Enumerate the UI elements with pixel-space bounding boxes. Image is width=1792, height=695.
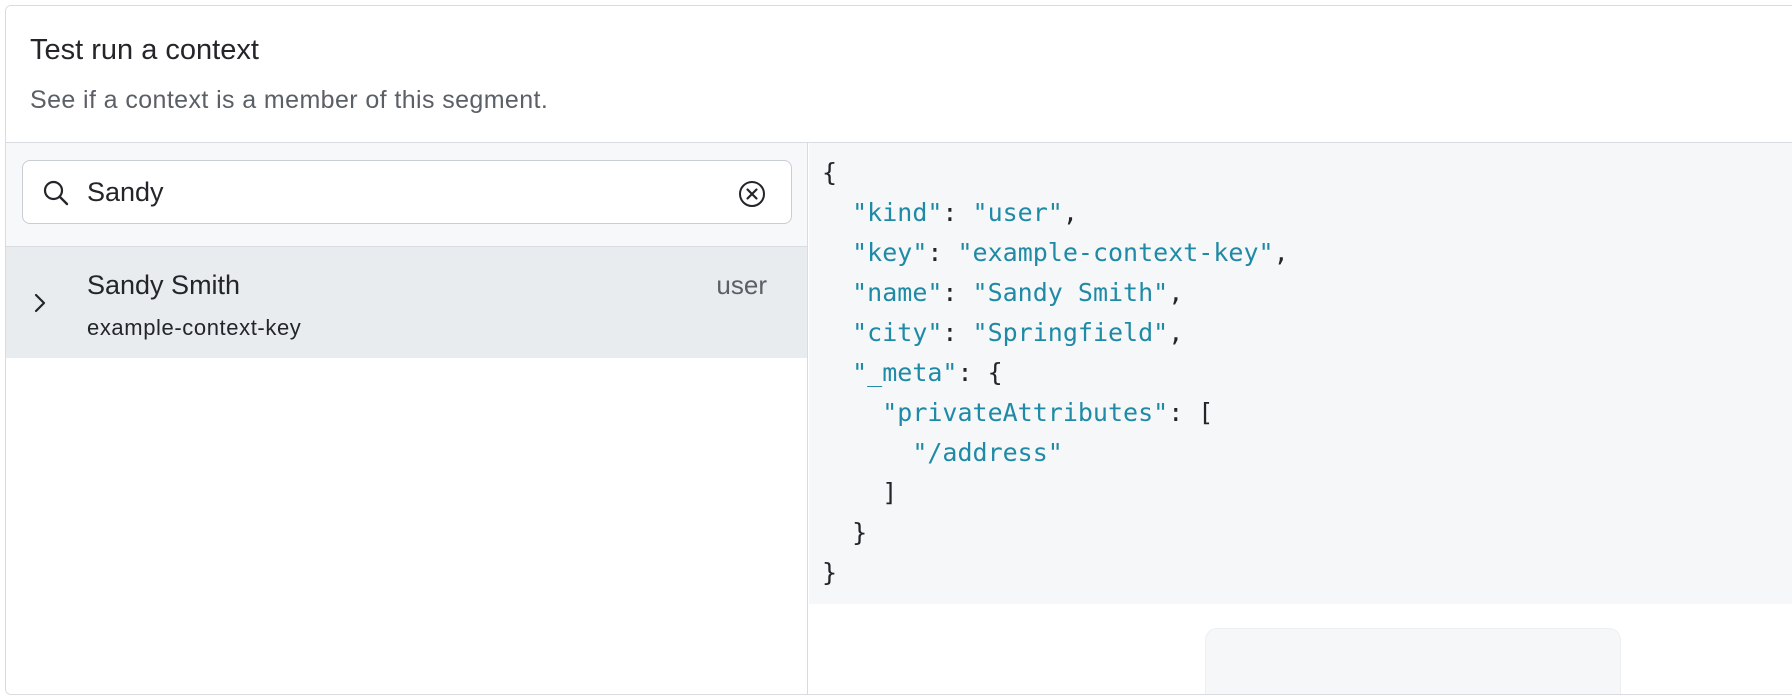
- json-comma: ,: [1168, 318, 1184, 347]
- search-icon: [43, 180, 69, 206]
- json-value: "Springfield": [972, 318, 1169, 347]
- json-value: "user": [972, 198, 1063, 227]
- json-key: "kind": [852, 198, 943, 227]
- json-comma: ,: [1168, 278, 1184, 307]
- context-search-column: Sandy Smith example-context-key user: [6, 143, 808, 694]
- result-placeholder-box: [1205, 628, 1621, 694]
- json-code-block: { "kind": "user", "key": "example-contex…: [822, 158, 1289, 587]
- context-name: Sandy Smith: [87, 270, 241, 300]
- json-comma: ,: [1062, 198, 1078, 227]
- json-meta-key: "_meta": [852, 358, 958, 387]
- json-value: "Sandy Smith": [972, 278, 1169, 307]
- test-run-panel: Test run a context See if a context is a…: [5, 5, 1792, 695]
- json-comma: ,: [1273, 238, 1289, 267]
- json-open-brace: {: [822, 158, 838, 187]
- context-kind-label: user: [716, 270, 767, 300]
- clear-circle-x-icon[interactable]: [737, 179, 767, 209]
- search-bar-area: [6, 143, 807, 247]
- search-input[interactable]: [87, 169, 707, 215]
- json-private-attribute-value: "/address": [912, 438, 1063, 467]
- json-close-inner-brace: }: [852, 518, 868, 547]
- context-key: example-context-key: [87, 315, 302, 340]
- json-close-bracket: ]: [882, 478, 898, 507]
- json-key: "name": [852, 278, 943, 307]
- json-close-brace: }: [822, 558, 838, 587]
- json-key: "key": [852, 238, 928, 267]
- panel-title: Test run a context: [30, 34, 259, 66]
- json-value: "example-context-key": [957, 238, 1274, 267]
- chevron-right-icon[interactable]: [28, 289, 52, 317]
- json-private-attributes-key: "privateAttributes": [882, 398, 1169, 427]
- panel-subtitle: See if a context is a member of this seg…: [30, 86, 549, 114]
- panel-header: Test run a context See if a context is a…: [6, 6, 1792, 143]
- context-json-viewer: { "kind": "user", "key": "example-contex…: [809, 143, 1792, 604]
- search-box[interactable]: [22, 160, 792, 224]
- context-result-row[interactable]: Sandy Smith example-context-key user: [6, 247, 807, 358]
- json-key: "city": [852, 318, 943, 347]
